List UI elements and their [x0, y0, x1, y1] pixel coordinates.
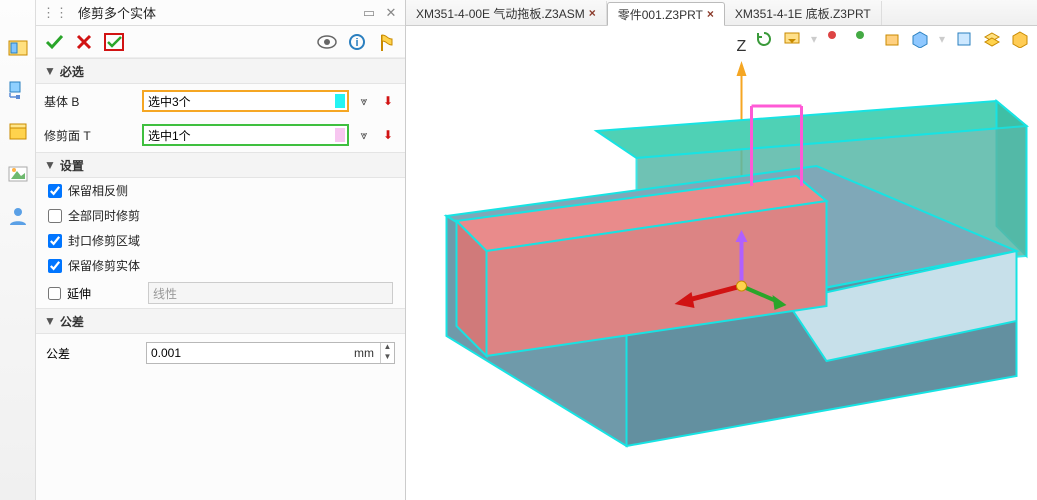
trimface-expand-button[interactable]: ⩔ — [355, 125, 373, 145]
section-settings-label: 设置 — [60, 157, 84, 174]
triangle-down-icon: ▼ — [44, 64, 56, 78]
extend-row: 延伸 线性 — [36, 278, 405, 308]
keep-opposite-label: 保留相反侧 — [68, 182, 128, 199]
tab-asm-label: XM351-4-00E 气动拖板.Z3ASM — [416, 5, 585, 22]
svg-text:i: i — [355, 37, 358, 49]
viewport-canvas[interactable]: Z X — [406, 26, 1037, 500]
project-icon[interactable] — [6, 36, 30, 60]
tab-base[interactable]: XM351-4-1E 底板.Z3PRT — [725, 1, 882, 25]
confirm-button[interactable] — [42, 31, 66, 53]
tolerance-field-label: 公差 — [46, 345, 138, 362]
base-pick-button[interactable]: ⬇ — [379, 91, 397, 111]
cube-tree-icon[interactable] — [6, 78, 30, 102]
side-icon-strip — [0, 0, 36, 500]
trimface-label: 修剪面 T — [44, 127, 136, 144]
section-required[interactable]: ▼ 必选 — [36, 58, 405, 84]
tab-close-icon[interactable]: × — [707, 7, 714, 21]
landscape-icon[interactable] — [6, 162, 30, 186]
tolerance-unit: mm — [348, 346, 380, 360]
cube-tree-icon-svg — [7, 79, 29, 101]
check-box-icon — [104, 33, 124, 51]
tolerance-spinner[interactable]: ▲▼ — [380, 343, 394, 363]
scene-svg: Z X — [406, 26, 1037, 500]
panel-minimize-icon[interactable]: ▭ — [361, 6, 377, 20]
box-icon[interactable] — [6, 120, 30, 144]
seal-area-checkbox[interactable]: 封口修剪区域 — [36, 228, 405, 253]
trim-all-input[interactable] — [48, 209, 62, 223]
keep-trim-body-checkbox[interactable]: 保留修剪实体 — [36, 253, 405, 278]
tab-asm[interactable]: XM351-4-00E 气动拖板.Z3ASM × — [406, 1, 607, 25]
trimface-color-chip — [335, 128, 345, 142]
tab-part-label: 零件001.Z3PRT — [618, 6, 703, 23]
base-label: 基体 B — [44, 93, 136, 110]
section-tolerance[interactable]: ▼ 公差 — [36, 308, 405, 334]
panel-toolbar: i — [36, 26, 405, 58]
base-selection-input[interactable]: 选中3个 — [142, 90, 349, 112]
base-row: 基体 B 选中3个 ⩔ ⬇ — [36, 84, 405, 118]
keep-trim-body-input[interactable] — [48, 259, 62, 273]
panel-drag-handle[interactable]: ⋮⋮ — [42, 5, 68, 21]
eye-icon — [317, 35, 337, 49]
tab-part[interactable]: 零件001.Z3PRT × — [607, 2, 725, 26]
triangle-down-icon: ▼ — [44, 158, 56, 172]
extend-label: 延伸 — [67, 285, 91, 302]
trim-all-label: 全部同时修剪 — [68, 207, 140, 224]
triangle-down-icon: ▼ — [44, 314, 56, 328]
section-settings[interactable]: ▼ 设置 — [36, 152, 405, 178]
keep-opposite-checkbox[interactable]: 保留相反侧 — [36, 178, 405, 203]
panel-title-bar: ⋮⋮ 修剪多个实体 ▭ ✕ — [36, 0, 405, 26]
info-icon: i — [349, 34, 365, 50]
extend-mode-value: 线性 — [153, 285, 177, 302]
user-icon[interactable] — [6, 204, 30, 228]
visibility-button[interactable] — [315, 31, 339, 53]
base-color-chip — [335, 94, 345, 108]
flag-icon — [379, 33, 395, 51]
apply-button[interactable] — [102, 31, 126, 53]
property-panel: ⋮⋮ 修剪多个实体 ▭ ✕ i ▼ 必选 基体 B 选中3个 — [36, 0, 406, 500]
trimface-row: 修剪面 T 选中1个 ⩔ ⬇ — [36, 118, 405, 152]
section-tolerance-label: 公差 — [60, 313, 84, 330]
tab-base-label: XM351-4-1E 底板.Z3PRT — [735, 5, 871, 22]
base-expand-button[interactable]: ⩔ — [355, 91, 373, 111]
keep-opposite-input[interactable] — [48, 184, 62, 198]
extend-mode-select[interactable]: 线性 — [148, 282, 393, 304]
help-button[interactable] — [375, 31, 399, 53]
extend-checkbox[interactable] — [48, 287, 61, 300]
tolerance-input-group: mm ▲▼ — [146, 342, 395, 364]
trimface-pick-button[interactable]: ⬇ — [379, 125, 397, 145]
seal-area-label: 封口修剪区域 — [68, 232, 140, 249]
panel-close-icon[interactable]: ✕ — [383, 6, 399, 20]
info-button[interactable]: i — [345, 31, 369, 53]
keep-trim-body-label: 保留修剪实体 — [68, 257, 140, 274]
section-required-label: 必选 — [60, 63, 84, 80]
base-selection-value: 选中3个 — [148, 93, 191, 110]
viewport-area: XM351-4-00E 气动拖板.Z3ASM × 零件001.Z3PRT × X… — [406, 0, 1037, 500]
axis-z-label: Z — [737, 38, 747, 55]
user-icon-svg — [7, 205, 29, 227]
tolerance-input[interactable] — [147, 346, 348, 360]
seal-area-input[interactable] — [48, 234, 62, 248]
box-icon-svg — [7, 121, 29, 143]
trimface-selection-input[interactable]: 选中1个 — [142, 124, 349, 146]
x-icon — [75, 33, 93, 51]
panel-title-text: 修剪多个实体 — [78, 3, 156, 22]
tab-close-icon[interactable]: × — [589, 6, 596, 20]
landscape-icon-svg — [7, 163, 29, 185]
tolerance-row: 公差 mm ▲▼ — [36, 334, 405, 372]
cancel-button[interactable] — [72, 31, 96, 53]
check-icon — [44, 33, 64, 51]
document-tabs: XM351-4-00E 气动拖板.Z3ASM × 零件001.Z3PRT × X… — [406, 0, 1037, 26]
trim-all-checkbox[interactable]: 全部同时修剪 — [36, 203, 405, 228]
trimface-selection-value: 选中1个 — [148, 127, 191, 144]
project-icon-svg — [7, 37, 29, 59]
